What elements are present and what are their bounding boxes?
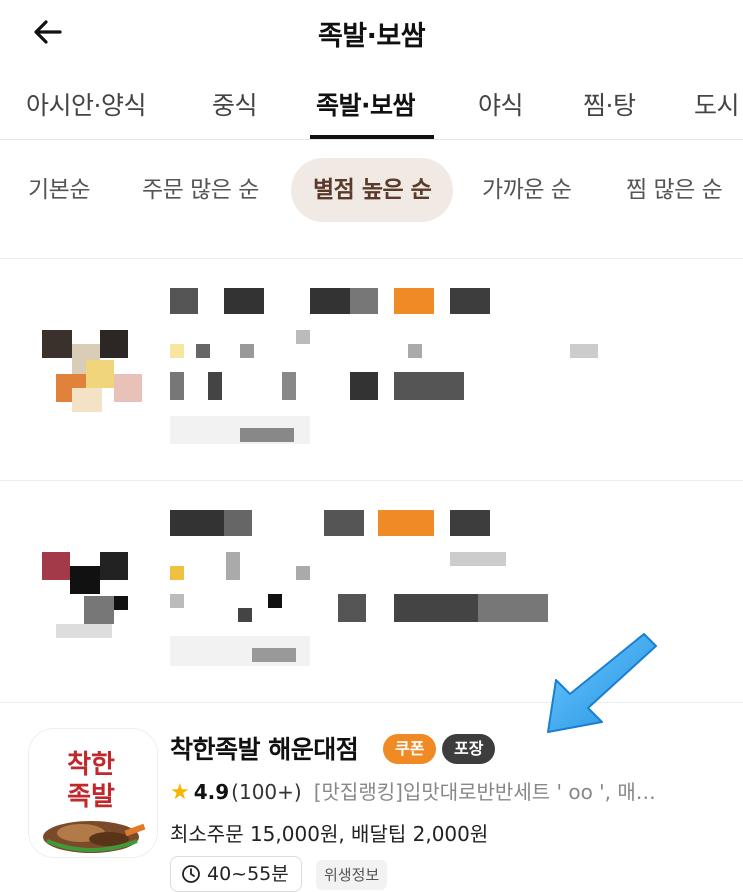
order-fee-info: 최소주문 15,000원, 배달팁 2,000원 [170,822,489,846]
hygiene-info-chip[interactable]: 위생정보 [316,860,388,890]
list-divider [0,258,743,259]
store-thumbnail-blurred [28,290,158,420]
sort-option-bar: 기본순 주문 많은 순 별점 높은 순 가까운 순 찜 많은 순 [0,158,743,224]
pickup-badge: 포장 [442,734,496,764]
svg-text:착한: 착한 [67,750,115,780]
active-tab-indicator [310,135,434,139]
star-icon: ★ [170,780,190,805]
tab-jokbal-bossam[interactable]: 족발·보쌈 [316,86,416,122]
tab-asian-western[interactable]: 아시안·양식 [26,86,146,122]
sort-most-liked[interactable]: 찜 많은 순 [626,158,723,222]
page-title: 족발·보쌈 [317,21,426,52]
sort-highest-rating[interactable]: 별점 높은 순 [291,158,454,222]
store-logo: 착한 족발 [28,728,158,858]
clock-icon [182,865,200,883]
tab-chinese[interactable]: 중식 [212,86,258,122]
delivery-time-chip: 40~55분 [170,856,302,892]
tab-stew[interactable]: 찜·탕 [583,86,636,122]
annotation-arrow-icon [547,633,657,733]
tab-late-night[interactable]: 야식 [478,86,524,122]
review-count: (100+) [231,780,302,804]
store-rating: 4.9 [193,780,230,804]
delivery-time: 40~55분 [207,863,289,885]
list-divider [0,480,743,481]
sort-nearest[interactable]: 가까운 순 [482,158,572,222]
sort-most-ordered[interactable]: 주문 많은 순 [142,158,259,222]
coupon-badge: 쿠폰 [383,734,437,764]
category-tab-bar: 아시안·양식 중식 족발·보쌈 야식 찜·탕 도시 [0,72,743,140]
tab-lunchbox[interactable]: 도시 [694,86,740,122]
svg-text:족발: 족발 [67,782,115,812]
store-logo-image: 착한 족발 [29,729,157,857]
sort-default[interactable]: 기본순 [28,158,90,222]
store-thumbnail-blurred [28,512,158,642]
rating-row: ★ 4.9 (100+) [맛집랭킹]입맛대로반반세트 ' oo ', 매… [170,776,714,805]
top-header: 족발·보쌈 [0,0,743,64]
menu-description: [맛집랭킹]입맛대로반반세트 ' oo ', 매… [313,780,656,804]
store-card-blurred[interactable] [0,260,743,480]
store-name[interactable]: 착한족발 해운대점 [170,730,359,766]
